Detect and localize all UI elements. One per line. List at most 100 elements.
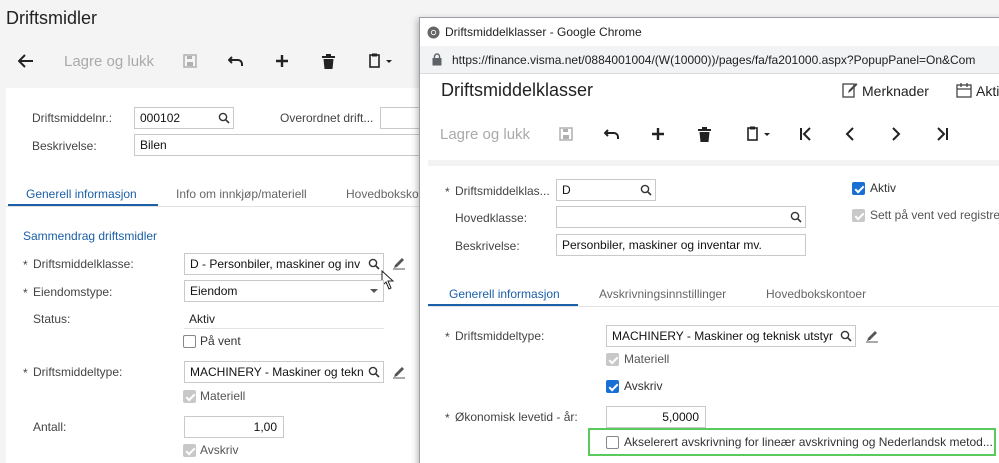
popup-undo-button[interactable]	[602, 124, 622, 144]
description-field[interactable]: Bilen	[134, 134, 424, 156]
notes-icon[interactable]	[842, 82, 858, 101]
undo-button[interactable]	[226, 51, 246, 71]
asset-class-field[interactable]: D	[556, 179, 656, 201]
popup-description-field[interactable]: Personbiler, maskiner og inventar mv.	[556, 234, 806, 256]
search-icon[interactable]	[215, 109, 233, 127]
useful-life-field[interactable]: 5,0000	[606, 406, 706, 428]
trash-icon	[697, 126, 711, 142]
asset-type-field[interactable]: MACHINERY - Maskiner og teknisk utstyr	[606, 325, 856, 347]
status-value: Aktiv	[189, 312, 216, 326]
active-checkbox[interactable]	[852, 182, 865, 195]
property-type-value: Eiendom	[190, 284, 238, 298]
status-divider	[184, 328, 384, 329]
save-button[interactable]	[180, 51, 200, 71]
property-type-select[interactable]: Eiendom	[184, 280, 384, 302]
chrome-title-bar: Driftsmiddelklasser - Google Chrome	[420, 18, 999, 46]
parent-asset-label: Overordnet drift...	[280, 111, 374, 125]
add-button[interactable]	[272, 51, 292, 71]
previous-record-button[interactable]	[840, 124, 860, 144]
hold-on-entry-label: Sett på vent ved registre	[870, 208, 999, 222]
required-marker: *	[445, 411, 450, 425]
back-button[interactable]	[15, 51, 37, 71]
count-label: Antall:	[33, 420, 67, 434]
depreciate-checkbox[interactable]	[183, 444, 196, 457]
asset-type-label: Driftsmiddeltype:	[33, 365, 123, 379]
first-record-icon	[800, 127, 811, 141]
calendar-icon[interactable]	[956, 82, 972, 101]
popup-material-checkbox[interactable]	[606, 353, 619, 366]
address-bar[interactable]: https://finance.visma.net/0884001004/(W(…	[420, 46, 999, 74]
save-close-button[interactable]: Lagre og lukk	[64, 53, 154, 70]
description-label: Beskrivelse:	[32, 139, 97, 153]
material-label: Materiell	[200, 389, 246, 403]
tab-general-info[interactable]: Generell informasjon	[26, 187, 137, 201]
section-title: Sammendrag driftsmidler	[23, 229, 158, 243]
asset-type-label: Driftsmiddeltype:	[455, 329, 545, 343]
popup-save-close-button[interactable]: Lagre og lukk	[440, 126, 530, 143]
popup-depreciate-label: Avskriv	[624, 379, 663, 393]
back-arrow-icon	[18, 54, 33, 68]
useful-life-value: 5,0000	[662, 410, 699, 424]
last-record-button[interactable]	[932, 124, 952, 144]
delete-button[interactable]	[318, 51, 338, 71]
asset-class-value: D	[562, 183, 571, 197]
depreciate-label: Avskriv	[200, 443, 239, 457]
on-hold-label: På vent	[200, 334, 241, 348]
tab-gl-accounts[interactable]: Hovedboksko	[346, 187, 419, 201]
parent-asset-field[interactable]	[380, 107, 420, 129]
asset-class-field[interactable]: D - Personbiler, maskiner og inv	[184, 253, 384, 275]
hold-on-entry-checkbox[interactable]	[852, 209, 865, 222]
required-marker: *	[445, 330, 450, 344]
count-field[interactable]: 1,00	[184, 416, 284, 438]
accelerated-depreciation-label: Akselerert avskrivning for lineær avskri…	[624, 435, 993, 449]
next-record-button[interactable]	[886, 124, 906, 144]
chevron-down-icon	[365, 282, 383, 300]
accelerated-depreciation-checkbox[interactable]	[606, 436, 619, 449]
popup-material-label: Materiell	[624, 352, 670, 366]
clipboard-icon	[747, 126, 770, 141]
chevron-right-icon	[892, 127, 901, 141]
popup-delete-button[interactable]	[694, 124, 714, 144]
chrome-popup-window: Driftsmiddelklasser - Google Chrome http…	[419, 17, 999, 463]
asset-type-value: MACHINERY - Maskiner og teknisk utstyr	[612, 329, 833, 343]
popup-save-button[interactable]	[556, 124, 576, 144]
asset-type-field[interactable]: MACHINERY - Maskiner og tekn	[184, 361, 384, 383]
popup-copy-paste-button[interactable]	[742, 124, 776, 144]
property-type-label: Eiendomstype:	[33, 285, 113, 299]
on-hold-checkbox[interactable]	[183, 335, 196, 348]
edit-pencil-icon[interactable]	[392, 365, 406, 382]
activities-button[interactable]: Akti	[976, 83, 999, 99]
plus-icon	[652, 128, 664, 140]
asset-no-field[interactable]: 000102	[134, 107, 234, 129]
tab-general-info[interactable]: Generell informasjon	[449, 287, 560, 301]
tab-depreciation-settings[interactable]: Avskrivningsinnstillinger	[599, 287, 726, 301]
material-checkbox[interactable]	[183, 390, 196, 403]
edit-pencil-icon[interactable]	[865, 329, 879, 346]
search-icon[interactable]	[365, 363, 383, 381]
popup-description-value: Personbiler, maskiner og inventar mv.	[562, 238, 762, 252]
popup-add-button[interactable]	[648, 124, 668, 144]
tabs-divider	[6, 206, 420, 207]
asset-no-label: Driftsmiddelnr.:	[32, 111, 113, 125]
required-marker: *	[23, 258, 28, 272]
search-icon[interactable]	[637, 181, 655, 199]
tab-gl-accounts[interactable]: Hovedbokskontoer	[766, 287, 866, 301]
copy-paste-button[interactable]	[364, 51, 398, 71]
popup-depreciate-checkbox[interactable]	[606, 380, 619, 393]
main-class-field[interactable]	[556, 206, 806, 228]
search-icon[interactable]	[837, 327, 855, 345]
required-marker: *	[445, 185, 450, 199]
first-record-button[interactable]	[796, 124, 816, 144]
asset-type-value: MACHINERY - Maskiner og tekn	[190, 365, 364, 379]
edit-pencil-icon[interactable]	[392, 256, 406, 273]
notes-button[interactable]: Merknader	[862, 83, 929, 99]
search-icon[interactable]	[787, 208, 805, 226]
chrome-logo-icon	[427, 26, 440, 42]
asset-class-label: Driftsmiddelklas...	[455, 184, 550, 198]
main-class-label: Hovedklasse:	[455, 211, 528, 225]
required-marker: *	[23, 286, 28, 300]
asset-class-value: D - Personbiler, maskiner og inv	[190, 257, 361, 271]
url-text: https://finance.visma.net/0884001004/(W(…	[452, 53, 976, 67]
asset-class-label: Driftsmiddelklasse:	[33, 257, 134, 271]
tab-purchase-info[interactable]: Info om innkjøp/materiell	[176, 187, 307, 201]
